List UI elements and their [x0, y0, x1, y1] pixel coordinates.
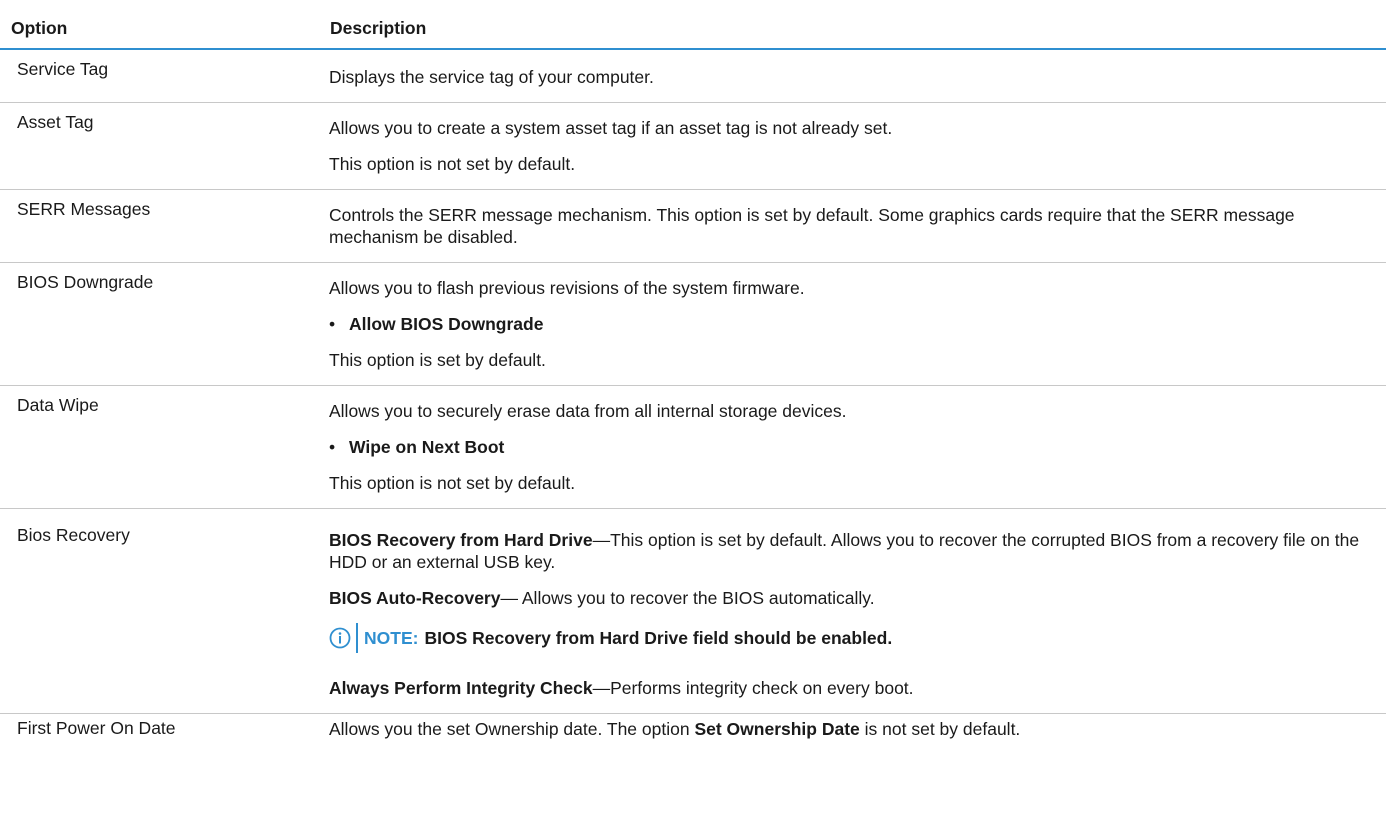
bullet-icon: • — [329, 314, 336, 334]
description-paragraph: Always Perform Integrity Check—Performs … — [329, 677, 1368, 699]
setting-detail: —Performs integrity check on every boot. — [592, 678, 914, 698]
option-column-header: Option — [0, 0, 323, 50]
description-paragraph: Displays the service tag of your compute… — [329, 67, 654, 87]
info-circle-icon — [329, 627, 351, 649]
option-name: SERR Messages — [17, 199, 151, 219]
table-row: SERR Messages Controls the SERR message … — [0, 190, 1386, 263]
setting-name: Allow BIOS Downgrade — [349, 314, 544, 334]
setting-name: BIOS Auto-Recovery — [329, 588, 501, 608]
default-state-text: This option is not set by default. — [329, 473, 576, 493]
description-paragraph: Allows you to flash previous revisions o… — [329, 278, 805, 298]
option-name: Data Wipe — [17, 395, 99, 415]
default-state-text: This option is not set by default. — [329, 154, 576, 174]
option-name: First Power On Date — [17, 718, 176, 738]
option-description: Controls the SERR message mechanism. Thi… — [323, 190, 1386, 263]
description-paragraph: BIOS Recovery from Hard Drive—This optio… — [329, 529, 1368, 573]
description-column-header: Description — [323, 0, 1386, 50]
option-name: Asset Tag — [17, 112, 94, 132]
description-paragraph: Allows you to create a system asset tag … — [329, 118, 893, 138]
option-name: Bios Recovery — [17, 525, 130, 545]
setting-list-item: • Allow BIOS Downgrade — [329, 313, 1368, 335]
bios-options-table: Option Description Service Tag Displays … — [0, 0, 1386, 754]
bullet-icon: • — [329, 437, 336, 457]
table-header-row: Option Description — [0, 0, 1386, 50]
table-row: Service Tag Displays the service tag of … — [0, 49, 1386, 103]
description-paragraph: Controls the SERR message mechanism. Thi… — [329, 205, 1295, 247]
setting-name: Wipe on Next Boot — [349, 437, 505, 457]
option-description: Displays the service tag of your compute… — [323, 49, 1386, 103]
option-description: Allows you to create a system asset tag … — [323, 103, 1386, 190]
description-paragraph: Allows you to securely erase data from a… — [329, 401, 847, 421]
setting-name: Set Ownership Date — [694, 719, 860, 739]
description-paragraph: BIOS Auto-Recovery— Allows you to recove… — [329, 587, 1368, 609]
table-row: BIOS Downgrade Allows you to flash previ… — [0, 263, 1386, 386]
setting-detail: — Allows you to recover the BIOS automat… — [500, 588, 875, 608]
option-name: BIOS Downgrade — [17, 272, 154, 292]
option-name: Service Tag — [17, 59, 109, 79]
option-description: BIOS Recovery from Hard Drive—This optio… — [323, 509, 1386, 714]
table-row: Bios Recovery BIOS Recovery from Hard Dr… — [0, 509, 1386, 714]
setting-detail: is not set by default. — [859, 719, 1021, 739]
note-text: BIOS Recovery from Hard Drive field shou… — [424, 628, 893, 648]
table-row: First Power On Date Allows you the set O… — [0, 714, 1386, 755]
setting-detail: Allows you the set Ownership date. The o… — [329, 719, 695, 739]
setting-list-item: • Wipe on Next Boot — [329, 436, 1368, 458]
setting-name: BIOS Recovery from Hard Drive — [329, 530, 593, 550]
note-label: NOTE: — [364, 628, 419, 648]
setting-name: Always Perform Integrity Check — [329, 678, 593, 698]
note-callout: NOTE: BIOS Recovery from Hard Drive fiel… — [329, 623, 1368, 653]
option-description: Allows you to flash previous revisions o… — [323, 263, 1386, 386]
note-divider — [356, 623, 358, 653]
description-paragraph: Allows you the set Ownership date. The o… — [329, 718, 1368, 740]
option-description: Allows you the set Ownership date. The o… — [323, 714, 1386, 755]
table-row: Data Wipe Allows you to securely erase d… — [0, 386, 1386, 509]
option-description: Allows you to securely erase data from a… — [323, 386, 1386, 509]
table-row: Asset Tag Allows you to create a system … — [0, 103, 1386, 190]
default-state-text: This option is set by default. — [329, 350, 546, 370]
